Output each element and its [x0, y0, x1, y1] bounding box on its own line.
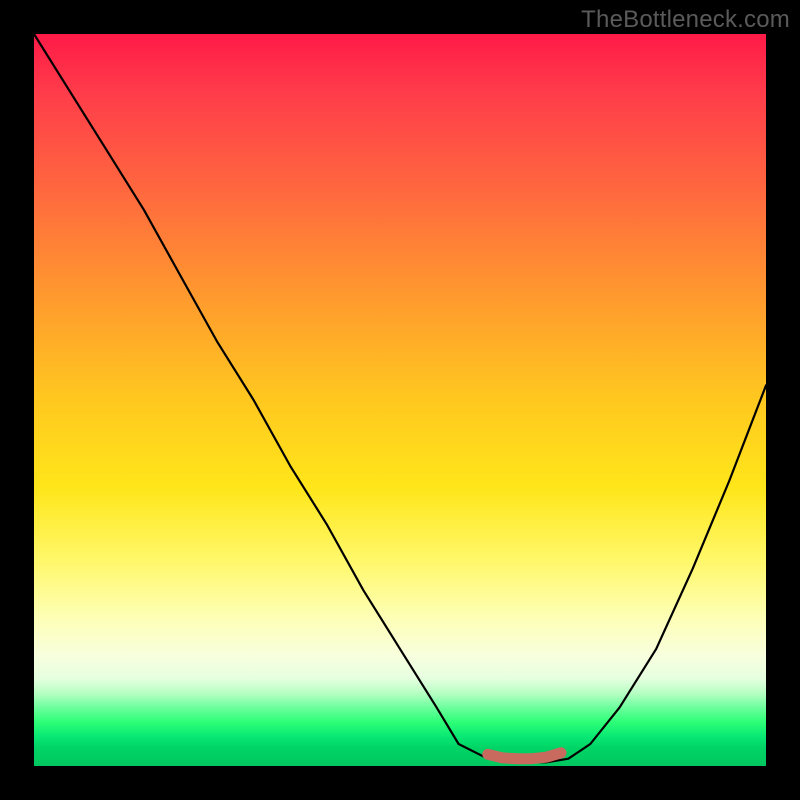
plot-area — [34, 34, 766, 766]
chart-frame: TheBottleneck.com — [0, 0, 800, 800]
bottleneck-curve — [34, 34, 766, 762]
curve-layer — [34, 34, 766, 766]
watermark-text: TheBottleneck.com — [581, 6, 790, 34]
optimal-marker — [488, 753, 561, 759]
